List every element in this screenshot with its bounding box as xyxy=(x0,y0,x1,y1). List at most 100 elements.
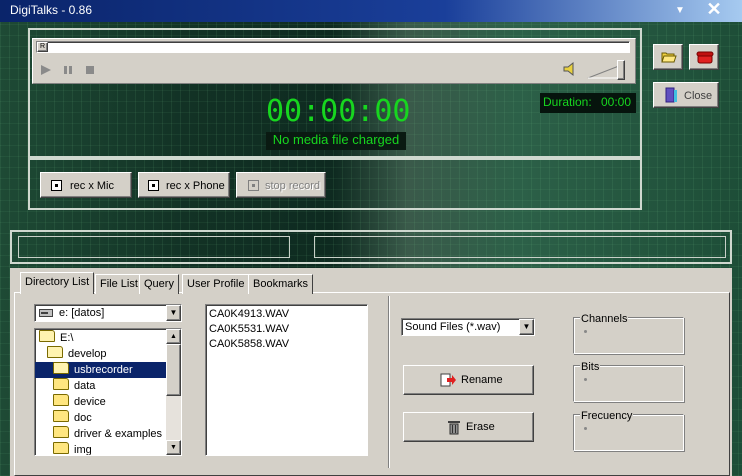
record-phone-icon xyxy=(148,180,159,191)
title-bar[interactable]: DigiTalks - 0.86 ▼ ✕ xyxy=(0,0,742,22)
folder-icon xyxy=(53,394,69,406)
folder-label: driver & examples xyxy=(74,428,163,440)
drive-select-value: e: [datos] xyxy=(59,307,105,319)
tab-query[interactable]: Query xyxy=(139,274,179,294)
stop-record-button[interactable]: stop record xyxy=(236,172,326,198)
frecuency-label: Frecuency xyxy=(580,410,634,422)
pause-icon[interactable] xyxy=(62,64,74,76)
tab-label: User Profile xyxy=(187,278,245,290)
rec-phone-label: rec x Phone xyxy=(166,180,225,192)
folder-item[interactable]: driver & examples xyxy=(39,426,165,442)
folder-item[interactable]: device xyxy=(39,394,165,410)
status-field-right xyxy=(314,236,726,258)
stop-record-icon xyxy=(248,180,259,191)
tab-file-list[interactable]: File List xyxy=(95,274,143,294)
media-status: No media file charged xyxy=(266,132,406,150)
file-list-items: CA0K4913.WAV CA0K5531.WAV CA0K5858.WAV xyxy=(209,307,289,352)
file-list[interactable]: CA0K4913.WAV CA0K5531.WAV CA0K5858.WAV xyxy=(205,304,368,456)
record-mic-icon xyxy=(51,180,62,191)
folder-tree[interactable]: E:\ develop usbrecorder data device doc driver… xyxy=(34,328,182,456)
tab-label: File List xyxy=(100,278,138,290)
stop-icon[interactable] xyxy=(84,64,96,76)
open-folder-button[interactable] xyxy=(653,44,683,70)
folder-label: E:\ xyxy=(60,332,74,344)
duration-label: Duration: xyxy=(543,95,592,109)
folder-list: E:\ develop usbrecorder data device doc driver… xyxy=(35,330,181,455)
chevron-down-icon[interactable]: ▼ xyxy=(519,319,534,335)
close-button-label: Close xyxy=(684,90,713,102)
bits-label: Bits xyxy=(580,361,601,373)
tab-directory-list[interactable]: Directory List xyxy=(20,272,95,294)
tab-bookmarks[interactable]: Bookmarks xyxy=(248,274,314,294)
volume-thumb[interactable] xyxy=(617,60,625,80)
bits-value xyxy=(584,378,587,381)
scroll-down-icon[interactable]: ▼ xyxy=(166,440,181,455)
folder-label: develop xyxy=(68,348,107,360)
tab-label: Bookmarks xyxy=(253,278,309,290)
chevron-down-icon[interactable]: ▼ xyxy=(166,305,181,321)
folder-scrollbar[interactable]: ▲ ▼ xyxy=(166,329,181,455)
file-item[interactable]: CA0K5531.WAV xyxy=(209,322,289,337)
erase-label: Erase xyxy=(466,421,495,433)
erase-button[interactable]: Erase xyxy=(403,412,534,442)
status-field-left xyxy=(18,236,290,258)
folder-item[interactable]: data xyxy=(39,378,165,394)
folder-icon xyxy=(53,442,69,454)
folder-item[interactable]: develop xyxy=(39,346,165,362)
bits-group: Bits xyxy=(573,361,684,402)
window-title: DigiTalks - 0.86 xyxy=(10,3,93,17)
close-button[interactable]: Close xyxy=(653,82,719,108)
frecuency-group: Frecuency xyxy=(573,410,684,451)
folder-label: usbrecorder xyxy=(74,364,133,376)
file-filter-select[interactable]: Sound Files (*.wav) ▼ xyxy=(401,318,535,336)
file-filter-value: Sound Files (*.wav) xyxy=(405,321,501,333)
rec-mic-button[interactable]: rec x Mic xyxy=(40,172,132,198)
phone-icon xyxy=(696,51,714,64)
drive-icon xyxy=(39,309,53,317)
open-folder-icon xyxy=(661,52,677,63)
door-exit-icon xyxy=(665,87,677,103)
divider xyxy=(388,296,390,468)
channels-group: Channels xyxy=(573,313,684,354)
tab-user-profile[interactable]: User Profile xyxy=(182,274,250,294)
close-window-icon[interactable]: ✕ xyxy=(706,0,722,18)
open-folder-icon xyxy=(47,346,63,358)
speaker-icon[interactable] xyxy=(562,61,578,77)
rename-icon xyxy=(440,373,456,387)
tab-label: Query xyxy=(144,278,174,290)
play-icon[interactable] xyxy=(40,64,52,76)
phone-button[interactable] xyxy=(689,44,719,70)
folder-label: device xyxy=(74,396,106,408)
duration-box: Duration: 00:00 xyxy=(540,93,636,113)
rec-phone-button[interactable]: rec x Phone xyxy=(138,172,230,198)
folder-item[interactable]: doc xyxy=(39,410,165,426)
folder-icon xyxy=(53,426,69,438)
file-item[interactable]: CA0K5858.WAV xyxy=(209,337,289,352)
rename-button[interactable]: Rename xyxy=(403,365,534,395)
seek-thumb[interactable]: R xyxy=(37,42,48,52)
rename-label: Rename xyxy=(461,374,503,386)
folder-label: data xyxy=(74,380,96,392)
tab-label: Directory List xyxy=(25,276,90,288)
minimize-dropdown-icon[interactable]: ▼ xyxy=(672,4,688,18)
channels-value xyxy=(584,330,587,333)
folder-item[interactable]: img xyxy=(39,442,165,455)
drive-select[interactable]: e: [datos] ▼ xyxy=(34,304,182,322)
channels-label: Channels xyxy=(580,313,629,325)
duration-value: 00:00 xyxy=(601,95,632,109)
time-display: 00:00:00 xyxy=(266,94,411,129)
file-item[interactable]: CA0K4913.WAV xyxy=(209,307,289,322)
folder-item[interactable]: E:\ xyxy=(39,330,165,346)
frecuency-value xyxy=(584,427,587,430)
volume-slider[interactable] xyxy=(586,60,630,80)
open-folder-icon xyxy=(53,362,69,374)
stop-record-label: stop record xyxy=(265,180,321,192)
trash-icon xyxy=(448,421,460,435)
folder-label: doc xyxy=(74,412,92,424)
folder-item[interactable]: usbrecorder xyxy=(35,362,181,378)
open-folder-icon xyxy=(39,330,55,342)
seek-bar[interactable]: R xyxy=(36,41,630,53)
scroll-thumb[interactable] xyxy=(166,344,181,396)
scroll-up-icon[interactable]: ▲ xyxy=(166,329,181,344)
folder-icon xyxy=(53,378,69,390)
